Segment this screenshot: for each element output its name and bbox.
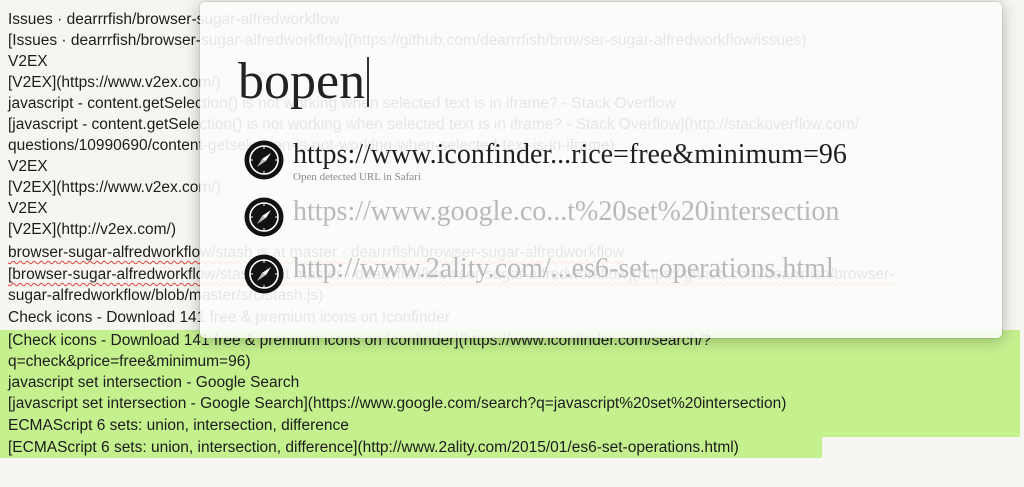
editor-line-selected[interactable]: [javascript set intersection - Google Se… [8, 393, 786, 414]
result-title: https://www.iconfinder...rice=free&minim… [293, 139, 847, 170]
editor-line-selected[interactable]: [ECMAScript 6 sets: union, intersection,… [8, 437, 739, 458]
result-title: http://www.2ality.com/...es6-set-operati… [293, 253, 834, 284]
result-title: https://www.google.co...t%20set%20inters… [293, 196, 840, 227]
result-item[interactable]: http://www.2ality.com/...es6-set-operati… [236, 248, 976, 300]
editor-line-selected[interactable]: javascript set intersection - Google Sea… [8, 372, 299, 393]
editor-line[interactable]: [V2EX](http://v2ex.com/) [8, 219, 176, 240]
search-query-input[interactable]: bopen [238, 47, 838, 117]
safari-compass-icon [244, 140, 284, 180]
safari-compass-icon [244, 254, 284, 294]
query-text: bopen [238, 53, 366, 110]
editor-line[interactable]: [V2EX](https://www.v2ex.com/) [8, 177, 221, 198]
editor-line[interactable]: V2EX [8, 198, 48, 219]
editor-line-selected[interactable]: q=check&price=free&minimum=96) [8, 351, 251, 372]
safari-compass-icon [244, 197, 284, 237]
editor-line[interactable]: [V2EX](https://www.v2ex.com/) [8, 72, 221, 93]
editor-line-selected[interactable]: ECMAScript 6 sets: union, intersection, … [8, 415, 349, 436]
alfred-launcher-window: bopen https://www.iconfinder...rice=free… [200, 2, 1002, 338]
editor-line[interactable]: V2EX [8, 156, 48, 177]
result-item[interactable]: https://www.iconfinder...rice=free&minim… [236, 134, 976, 186]
result-subtitle: Open detected URL in Safari [293, 171, 421, 183]
text-caret [367, 57, 370, 107]
result-item[interactable]: https://www.google.co...t%20set%20inters… [236, 191, 976, 243]
editor-line[interactable]: V2EX [8, 51, 48, 72]
